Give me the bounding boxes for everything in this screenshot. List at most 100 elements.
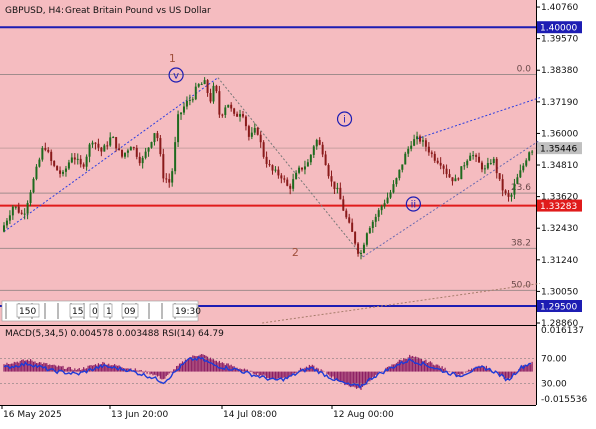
candle-body-28 xyxy=(85,156,88,167)
candle-body-59 xyxy=(177,114,180,143)
candle-body-49 xyxy=(147,147,150,152)
indicator-axis-label-1: 70.00 xyxy=(541,355,567,365)
level-1-40000-tag: 1.40000 xyxy=(540,24,577,34)
price-axis-label-2: 1.38380 xyxy=(541,66,578,76)
candle-body-40 xyxy=(121,149,124,157)
candle-body-154 xyxy=(457,178,460,180)
candle-body-50 xyxy=(150,142,153,148)
toolbar-label-2: 0 xyxy=(92,307,98,317)
price-axis-label-4: 1.36000 xyxy=(541,129,578,139)
candle-body-32 xyxy=(97,143,100,148)
candle-body-68 xyxy=(203,80,206,85)
candle-body-87 xyxy=(259,134,262,143)
candle-body-177 xyxy=(525,160,528,166)
candle-body-64 xyxy=(191,99,194,101)
candle-body-9 xyxy=(29,192,32,203)
candle-body-147 xyxy=(436,160,439,163)
candle-body-57 xyxy=(171,171,174,183)
candle-body-65 xyxy=(194,86,197,100)
candle-body-80 xyxy=(239,114,242,117)
time-axis-label-2: 14 Jul 08:00 xyxy=(223,410,277,420)
candle-body-61 xyxy=(182,106,185,113)
candle-body-2 xyxy=(8,215,11,221)
level-1-29500-tag: 1.29500 xyxy=(540,303,577,313)
candle-body-121 xyxy=(360,252,363,254)
candle-body-35 xyxy=(106,145,109,147)
candle-body-8 xyxy=(26,202,29,214)
candle-body-43 xyxy=(129,147,132,151)
price-axis-label-7: 1.32430 xyxy=(541,224,578,234)
candle-body-89 xyxy=(265,156,268,165)
candle-body-62 xyxy=(185,100,188,107)
candle-body-117 xyxy=(348,217,351,223)
candle-body-92 xyxy=(274,169,277,171)
candle-body-86 xyxy=(256,127,259,135)
candle-body-12 xyxy=(38,159,41,167)
candle-body-106 xyxy=(315,140,318,147)
candle-body-74 xyxy=(221,114,224,116)
price-axis-label-8: 1.31240 xyxy=(541,256,578,266)
candle-body-51 xyxy=(153,133,156,143)
candle-body-75 xyxy=(224,107,227,115)
candle-body-14 xyxy=(44,148,47,150)
candle-body-48 xyxy=(144,151,147,158)
candle-body-135 xyxy=(401,164,404,170)
mini-toolbar[interactable]: 150 15 0 1 09 19:30 xyxy=(1,300,201,322)
time-axis-label-1: 13 Jun 20:00 xyxy=(111,410,168,420)
candle-body-3 xyxy=(11,206,14,216)
candle-body-45 xyxy=(135,147,138,157)
candle-body-36 xyxy=(109,137,112,146)
candle-body-94 xyxy=(280,175,283,179)
candle-body-118 xyxy=(351,222,354,232)
candle-body-144 xyxy=(427,146,430,153)
candle-body-79 xyxy=(236,113,239,117)
candle-body-110 xyxy=(327,165,330,177)
candle-body-4 xyxy=(14,206,17,208)
candle-body-158 xyxy=(469,155,472,161)
candle-body-176 xyxy=(522,165,525,171)
wave-label-1: 1 xyxy=(169,52,176,65)
candle-body-130 xyxy=(386,197,389,204)
fib-label-0: 0.0 xyxy=(517,64,532,74)
candle-body-162 xyxy=(480,162,483,170)
candle-body-5 xyxy=(17,206,20,213)
candle-body-164 xyxy=(486,163,489,169)
time-axis-label-0: 16 May 2025 xyxy=(3,410,62,420)
toolbar-label-1: 15 xyxy=(72,307,83,317)
candle-body-128 xyxy=(380,206,383,211)
candle-body-145 xyxy=(430,152,433,154)
candle-body-173 xyxy=(513,183,516,195)
chart-svg: 0.023.638.250.0 1.400001.332831.295001.3… xyxy=(0,0,587,420)
candle-body-101 xyxy=(300,167,303,170)
candle-body-136 xyxy=(404,153,407,165)
candle-body-37 xyxy=(112,137,115,139)
candle-body-161 xyxy=(478,156,481,163)
candle-body-30 xyxy=(91,142,94,145)
price-axis-label-1: 1.39570 xyxy=(541,35,578,45)
candle-body-20 xyxy=(62,171,65,174)
candle-body-156 xyxy=(463,165,466,167)
current-price-tag: 1.35446 xyxy=(540,145,577,155)
candle-body-179 xyxy=(531,151,534,153)
candle-body-42 xyxy=(126,150,129,153)
candle-body-160 xyxy=(475,155,478,157)
candle-body-131 xyxy=(389,192,392,198)
candle-body-17 xyxy=(53,160,56,166)
candle-body-99 xyxy=(295,172,298,180)
toolbar-label-3: 1 xyxy=(106,307,112,317)
candle-body-133 xyxy=(395,178,398,185)
candle-body-84 xyxy=(250,132,253,137)
candle-body-114 xyxy=(339,187,342,200)
candle-body-167 xyxy=(495,158,498,174)
candle-body-100 xyxy=(298,167,301,173)
candle-body-53 xyxy=(159,138,162,155)
candle-body-10 xyxy=(32,178,35,193)
candle-body-97 xyxy=(289,185,292,189)
candle-body-107 xyxy=(318,140,321,145)
candle-body-104 xyxy=(309,154,312,163)
candle-body-141 xyxy=(419,136,422,142)
candle-body-146 xyxy=(433,153,436,161)
candle-body-77 xyxy=(230,104,233,109)
candle-body-70 xyxy=(209,93,212,102)
candle-body-33 xyxy=(100,147,103,152)
